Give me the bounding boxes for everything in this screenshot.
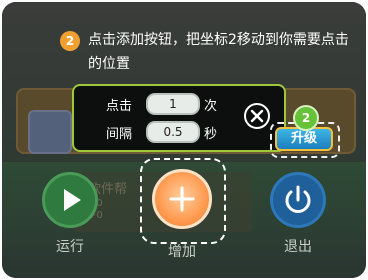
click-count-unit: 次 bbox=[204, 99, 218, 114]
interval-input[interactable]: 0.5 bbox=[146, 121, 200, 143]
run-button[interactable] bbox=[42, 172, 98, 228]
close-icon[interactable] bbox=[244, 103, 270, 129]
add-button-highlight bbox=[140, 158, 226, 244]
click-count-label: 点击 bbox=[106, 99, 133, 114]
instruction-text: 点击添加按钮，把坐标2移动到你需要点击的位置 bbox=[88, 32, 349, 72]
interval-label: 间隔 bbox=[106, 127, 133, 142]
step-number-badge: 2 bbox=[60, 31, 80, 51]
run-label: 运行 bbox=[56, 239, 84, 255]
exit-label: 退出 bbox=[284, 239, 312, 255]
click-count-input[interactable]: 1 bbox=[146, 93, 200, 115]
add-button[interactable] bbox=[152, 169, 212, 229]
plus-icon bbox=[169, 186, 195, 212]
background-card bbox=[28, 110, 72, 154]
exit-button[interactable] bbox=[270, 172, 326, 228]
interval-unit: 秒 bbox=[204, 127, 218, 142]
coordinate-2-badge[interactable]: 2 bbox=[293, 105, 319, 131]
play-icon bbox=[64, 189, 81, 211]
power-icon bbox=[285, 185, 311, 213]
add-label: 增加 bbox=[168, 244, 196, 260]
game-window: 软件帮 +0 +0 2 点击添加按钮，把坐标2移动到你需要点击的位置 点击 1 … bbox=[2, 2, 366, 278]
